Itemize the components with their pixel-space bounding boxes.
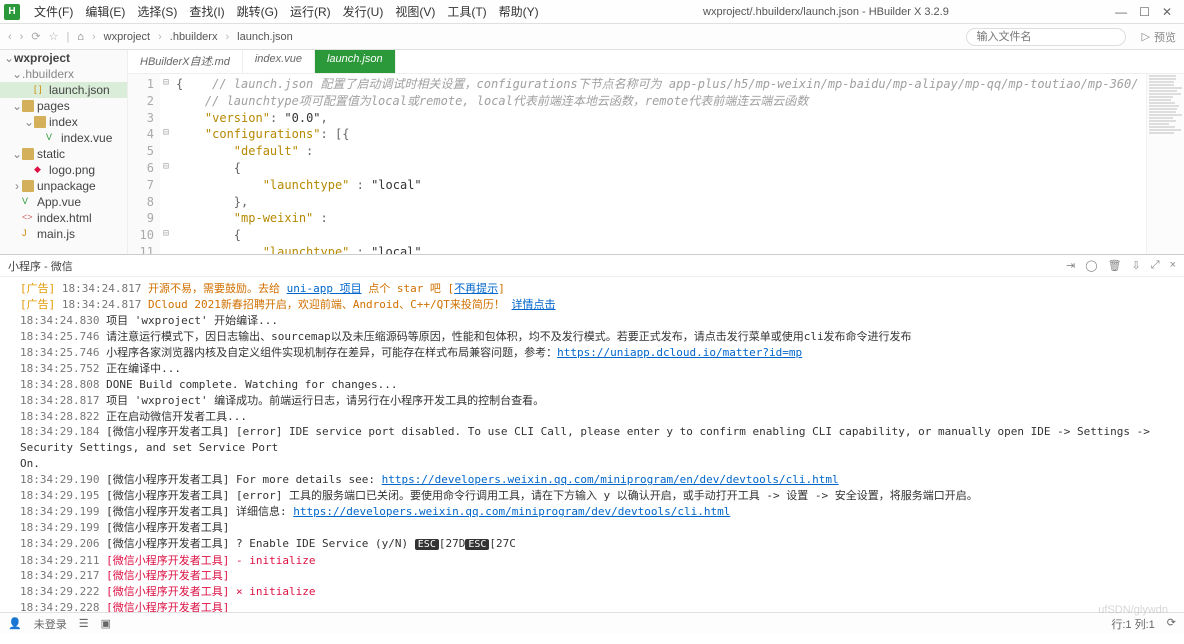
home-icon[interactable]: ⌂: [77, 31, 84, 43]
minimap[interactable]: [1146, 74, 1184, 254]
console-expand-icon[interactable]: ⤢: [1151, 259, 1160, 272]
file-icon: ◆: [34, 164, 46, 176]
file-icon: [ ]: [34, 84, 46, 96]
console-close-icon[interactable]: ×: [1170, 259, 1176, 272]
tree-item[interactable]: Jmain.js: [0, 226, 127, 242]
menu-item[interactable]: 工具(T): [441, 5, 492, 19]
console-send-icon[interactable]: ⇥: [1066, 259, 1075, 272]
menu-item[interactable]: 编辑(E): [79, 5, 131, 19]
watermark: ufSDN/glywdn: [1098, 604, 1168, 616]
folder-icon: [34, 116, 46, 128]
tree-item[interactable]: ⌄wxproject: [0, 50, 127, 66]
toolbar: ‹ › ⟳ ☆ | ⌂ › wxproject › .hbuilderx › l…: [0, 24, 1184, 50]
menu-item[interactable]: 文件(F): [28, 5, 79, 19]
editor-tab[interactable]: index.vue: [243, 50, 315, 73]
console-stop-icon[interactable]: ◯: [1085, 259, 1097, 272]
editor-tabs: HBuilderX自述.mdindex.vuelaunch.json: [128, 50, 1184, 74]
minimize-icon[interactable]: —: [1115, 5, 1127, 19]
console-output[interactable]: [广告] 18:34:24.817 开源不易，需要鼓励。去给 uni-app 项…: [0, 277, 1184, 612]
preview-button[interactable]: ▷预览: [1142, 29, 1176, 45]
tree-item[interactable]: ›unpackage: [0, 178, 127, 194]
terminal-icon[interactable]: ▣: [101, 617, 111, 630]
sync-icon[interactable]: ⟳: [1167, 616, 1176, 632]
file-icon: V: [46, 132, 58, 144]
file-explorer[interactable]: ⌄wxproject⌄.hbuilderx[ ]launch.json⌄page…: [0, 50, 128, 254]
console-trash-icon[interactable]: 🗑: [1108, 259, 1122, 272]
tree-item[interactable]: <>index.html: [0, 210, 127, 226]
tree-item[interactable]: ⌄static: [0, 146, 127, 162]
console-title: 小程序 - 微信: [8, 258, 73, 274]
menubar: H 文件(F)编辑(E)选择(S)查找(I)跳转(G)运行(R)发行(U)视图(…: [0, 0, 1184, 24]
tree-item[interactable]: ⌄pages: [0, 98, 127, 114]
tree-item[interactable]: Vindex.vue: [0, 130, 127, 146]
breadcrumb-0[interactable]: wxproject: [104, 31, 150, 43]
preview-icon: ▷: [1142, 30, 1150, 43]
folder-icon: [22, 180, 34, 192]
folder-icon: [22, 100, 34, 112]
editor-tab[interactable]: HBuilderX自述.md: [128, 50, 243, 73]
status-bar: 👤 未登录 ☰ ▣ 行:1 列:1 ⟳: [0, 612, 1184, 634]
menu-item[interactable]: 选择(S): [131, 5, 183, 19]
menu-item[interactable]: 帮助(Y): [493, 5, 545, 19]
nav-back-icon[interactable]: ‹: [8, 31, 12, 43]
file-icon: V: [22, 196, 34, 208]
console-lock-icon[interactable]: ⇩: [1132, 259, 1141, 272]
search-input[interactable]: [966, 28, 1126, 46]
breadcrumb-1[interactable]: .hbuilderx: [170, 31, 218, 43]
layout-icon[interactable]: ☰: [79, 617, 89, 630]
line-col: 行:1 列:1: [1111, 616, 1154, 632]
close-icon[interactable]: ✕: [1162, 5, 1172, 19]
editor-tab[interactable]: launch.json: [315, 50, 396, 73]
window-title: wxproject/.hbuilderx/launch.json - HBuil…: [545, 6, 1108, 18]
tree-item[interactable]: ⌄.hbuilderx: [0, 66, 127, 82]
menu-item[interactable]: 查找(I): [183, 5, 230, 19]
code-editor[interactable]: 12345678910111213 ⊟⊟⊟⊟ { // launch.json …: [128, 74, 1184, 254]
login-status[interactable]: 未登录: [34, 616, 67, 632]
folder-icon: [22, 148, 34, 160]
app-logo: H: [4, 4, 20, 20]
menu-item[interactable]: 跳转(G): [231, 5, 284, 19]
file-icon: <>: [22, 212, 34, 224]
maximize-icon[interactable]: ☐: [1139, 5, 1150, 19]
tree-item[interactable]: ⌄index: [0, 114, 127, 130]
breadcrumb-2[interactable]: launch.json: [237, 31, 293, 43]
menu-item[interactable]: 视图(V): [389, 5, 441, 19]
menu-item[interactable]: 运行(R): [284, 5, 337, 19]
tree-item[interactable]: [ ]launch.json: [0, 82, 127, 98]
file-icon: J: [22, 228, 34, 240]
nav-forward-icon[interactable]: ›: [20, 31, 24, 43]
tree-item[interactable]: VApp.vue: [0, 194, 127, 210]
star-icon[interactable]: ☆: [49, 30, 59, 43]
menu-item[interactable]: 发行(U): [337, 5, 390, 19]
refresh-icon[interactable]: ⟳: [31, 30, 40, 43]
tree-item[interactable]: ◆logo.png: [0, 162, 127, 178]
console-panel: 小程序 - 微信 ⇥ ◯ 🗑 ⇩ ⤢ × [广告] 18:34:24.817 开…: [0, 254, 1184, 612]
user-icon[interactable]: 👤: [8, 617, 22, 630]
